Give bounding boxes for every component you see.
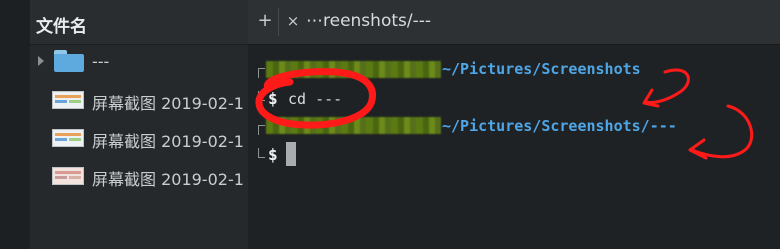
file-name: --- [92,52,110,71]
terminal-window[interactable]: + × ⋯reenshots/--- ~/Pictures/Screenshot… [248,0,780,249]
image-thumbnail-icon [52,167,84,185]
prompt-bracket [258,125,265,135]
sidebar-gutter [0,0,30,249]
prompt-path: ~/Pictures/Screenshots [442,60,641,78]
file-row-image[interactable]: 屏幕截图 2019-02-1 [30,120,250,156]
file-row-image[interactable]: 屏幕截图 2019-02-1 [30,82,250,118]
new-tab-icon[interactable]: + [256,10,274,32]
command-text: cd --- [288,90,343,108]
tab-divider [278,8,279,36]
redacted-hostname [266,117,441,134]
close-tab-icon[interactable]: × [286,12,300,30]
file-name: 屏幕截图 2019-02-1 [92,170,244,189]
folder-icon [54,50,84,72]
redacted-hostname [266,61,441,78]
prompt-bracket [258,148,265,158]
prompt-path: ~/Pictures/Screenshots/--- [442,117,677,135]
prompt-bracket [258,91,265,101]
column-header-label: 文件名 [36,17,87,37]
file-name: 屏幕截图 2019-02-1 [92,132,244,151]
filename-column-header[interactable]: 文件名 [30,0,250,45]
prompt-symbol: $ [268,89,278,108]
expand-arrow-icon[interactable] [38,56,44,66]
file-row-image[interactable]: 屏幕截图 2019-02-1 [30,158,250,194]
tab-title[interactable]: ⋯reenshots/--- [306,11,431,31]
text-cursor[interactable] [286,142,296,166]
file-manager-panel: 文件名 --- 屏幕截图 2019-02-1 屏幕截图 2019-02-1 屏幕… [0,0,250,249]
terminal-tab-bar: + × ⋯reenshots/--- [248,0,780,45]
file-name: 屏幕截图 2019-02-1 [92,94,244,113]
prompt-symbol: $ [268,145,278,164]
image-thumbnail-icon [52,129,84,147]
prompt-bracket [258,68,265,78]
image-thumbnail-icon [52,91,84,109]
file-row-folder[interactable]: --- [30,44,250,80]
